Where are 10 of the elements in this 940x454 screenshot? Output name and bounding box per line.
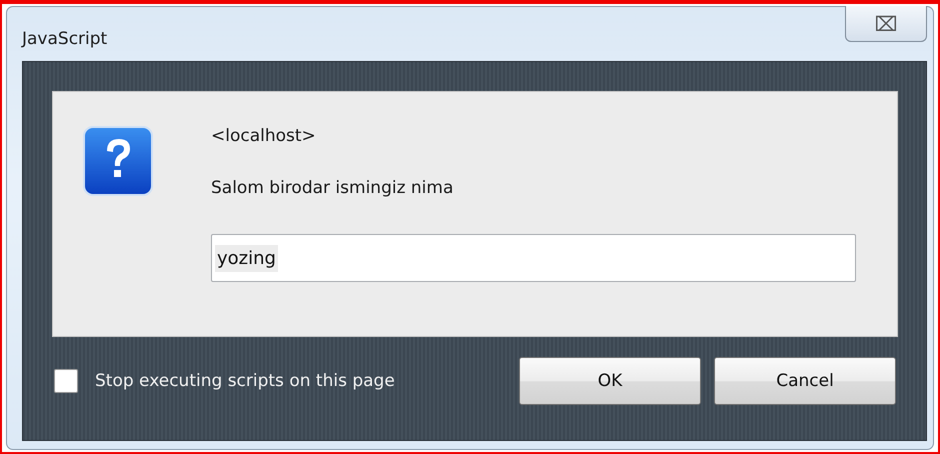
ok-button[interactable]: OK [519, 357, 701, 405]
close-button[interactable]: ⌧ [845, 6, 927, 42]
window-title: JavaScript [22, 29, 108, 49]
input-field[interactable]: yozing [211, 234, 856, 282]
cancel-button[interactable]: Cancel [714, 357, 896, 405]
checkbox-label: Stop executing scripts on this page [95, 371, 395, 391]
prompt-message: Salom birodar ismingiz nima [211, 178, 454, 198]
question-icon [83, 126, 153, 196]
checkbox[interactable] [54, 369, 78, 393]
origin-text: <localhost> [211, 126, 317, 146]
